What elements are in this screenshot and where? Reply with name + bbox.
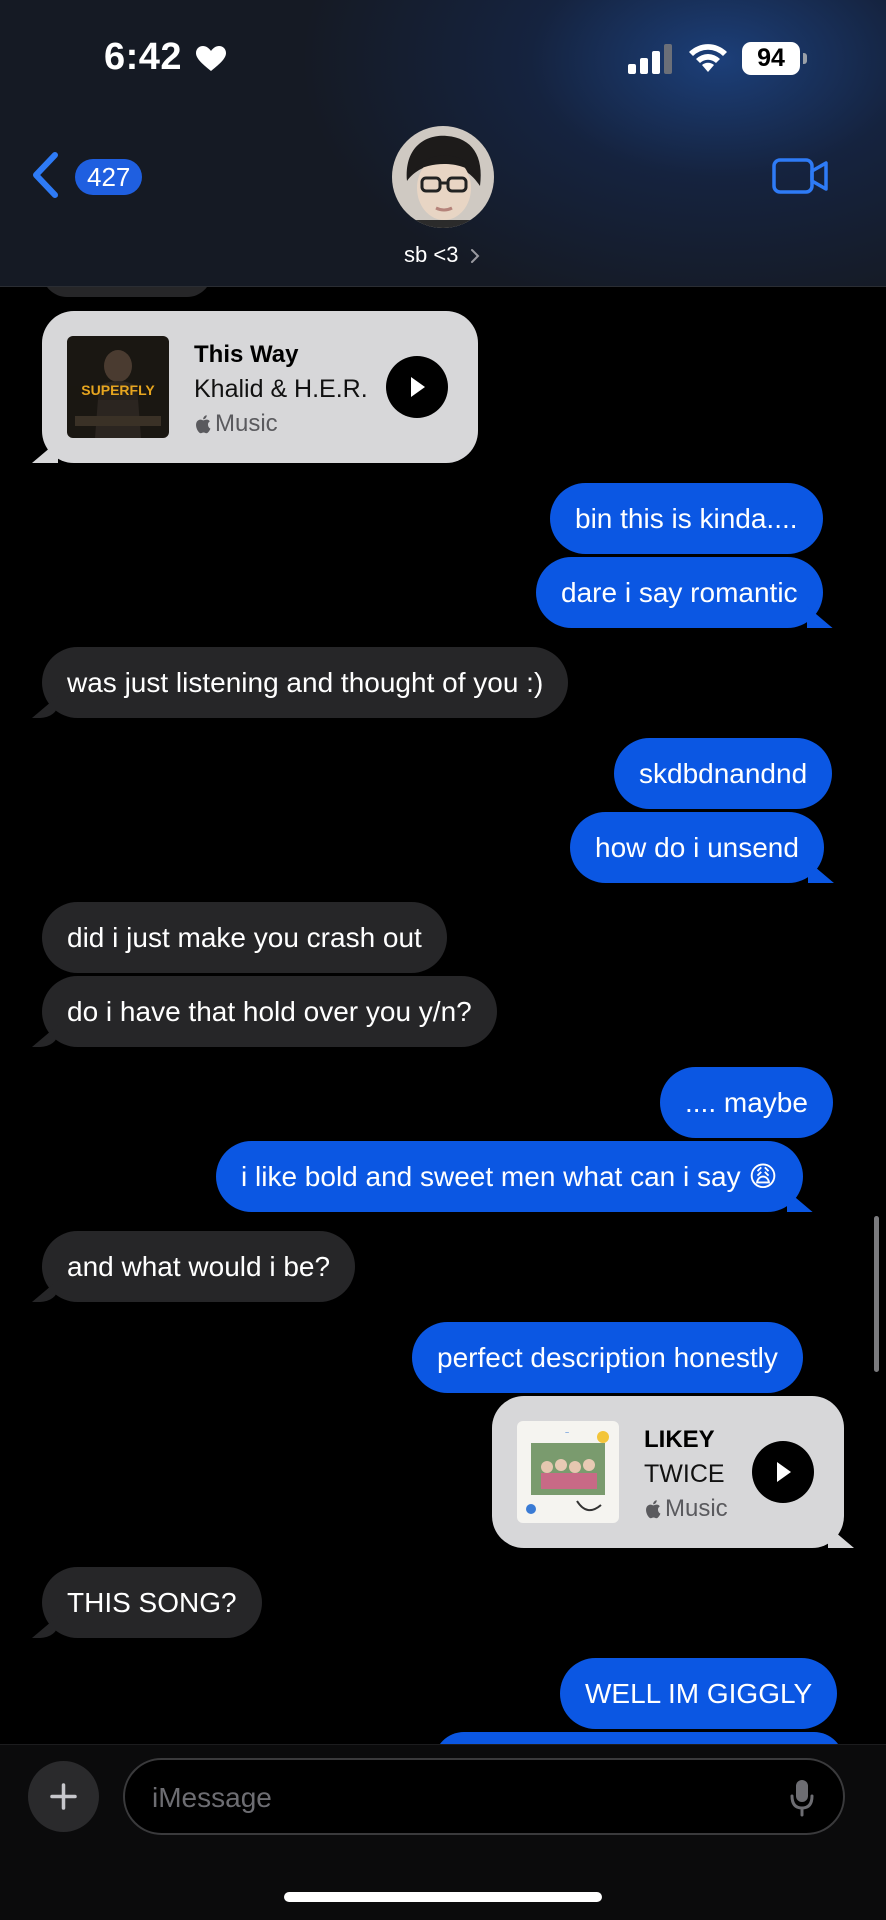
message-bubble-partial [42,287,212,297]
music-card[interactable]: ~ LIKEY TWICE Music [492,1396,854,1548]
apple-icon [196,415,211,434]
message-bubble-outgoing[interactable]: dare i say romantic [536,557,823,628]
signal-icon [628,44,672,74]
album-art: SUPERFLY [67,336,169,438]
message-bubble-outgoing[interactable]: how do i unsend [570,812,824,883]
music-service-label: Music [665,1495,728,1522]
message-bubble-incoming[interactable]: did i just make you crash out [42,902,447,973]
contact-avatar[interactable] [392,126,494,228]
wifi-icon [689,44,727,72]
status-time: 6:42 [104,36,183,78]
play-icon [777,1462,791,1482]
message-composer: iMessage [0,1744,886,1920]
heart-icon [196,46,226,71]
message-bubble-incoming[interactable]: was just listening and thought of you :) [42,647,569,718]
music-service: Music [644,1495,728,1523]
add-attachment-button[interactable] [28,1761,99,1832]
song-title: This Way [194,341,299,368]
message-bubble-incoming[interactable]: do i have that hold over you y/n? [42,976,497,1047]
song-artist: Khalid & H.E.R. [194,375,368,403]
svg-text:~: ~ [565,1430,569,1437]
video-call-icon[interactable] [772,158,828,194]
message-bubble-outgoing[interactable]: i like bold and sweet men what can i say… [216,1141,803,1212]
message-bubble-incoming[interactable]: and what would i be? [42,1231,356,1302]
song-title: LIKEY [644,1426,715,1453]
message-input[interactable]: iMessage [123,1758,845,1835]
plus-icon [50,1783,77,1810]
message-bubble-outgoing[interactable]: .... maybe [660,1067,833,1138]
battery-level: 94 [742,42,800,75]
conversation-header: 6:42 94 427 sb <3 [0,0,886,287]
message-bubble-outgoing[interactable]: skdbdnandnd [614,738,833,809]
chevron-right-icon [471,249,480,263]
play-button[interactable] [752,1441,814,1503]
unread-count-badge[interactable]: 427 [75,159,143,195]
album-art: ~ [517,1421,619,1523]
microphone-icon[interactable] [789,1778,815,1818]
album-art-text: SUPERFLY [81,382,155,398]
apple-icon [646,1500,661,1519]
music-service: Music [194,410,278,438]
home-indicator[interactable] [284,1892,602,1902]
scroll-indicator[interactable] [874,1216,879,1372]
message-bubble-partial [434,1732,844,1744]
message-bubble-outgoing[interactable]: perfect description honestly [412,1322,803,1393]
music-card[interactable]: SUPERFLY This Way Khalid & H.E.R. Music [32,311,478,463]
song-artist: TWICE [644,1460,725,1488]
message-list[interactable]: SUPERFLY This Way Khalid & H.E.R. Music … [0,287,886,1744]
back-chevron-icon[interactable] [30,152,60,198]
message-input-placeholder: iMessage [152,1782,272,1813]
message-bubble-outgoing[interactable]: bin this is kinda.... [550,483,823,554]
message-bubble-incoming[interactable]: THIS SONG? [42,1567,262,1638]
message-bubble-outgoing[interactable]: WELL IM GIGGLY [560,1658,838,1729]
contact-name[interactable]: sb <3 [404,242,458,268]
play-icon [411,377,425,397]
music-service-label: Music [215,410,278,437]
battery-icon: 94 [742,42,808,75]
play-button[interactable] [386,356,448,418]
